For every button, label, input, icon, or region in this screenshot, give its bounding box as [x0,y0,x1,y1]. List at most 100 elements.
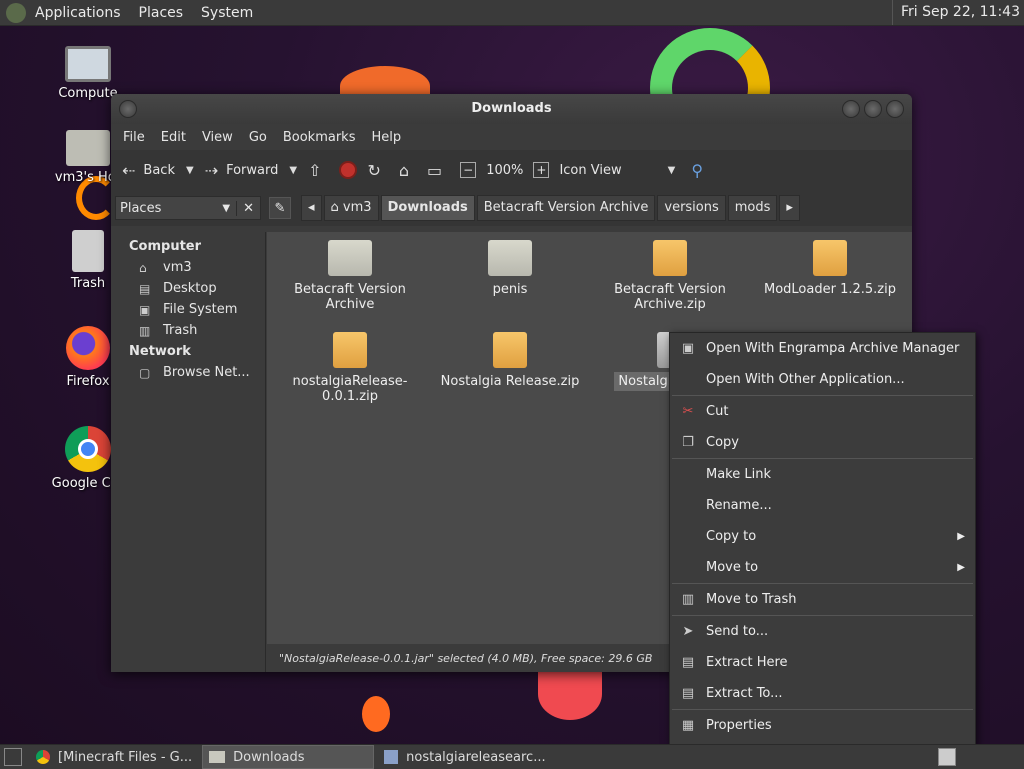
sidebar-item-label: Browse Net... [163,365,250,380]
sidebar-item-label: Trash [163,323,198,338]
show-desktop-icon[interactable] [4,748,22,766]
window-titlebar[interactable]: Downloads [111,94,912,124]
sidebar-item-browse-network[interactable]: ▢ Browse Net... [111,362,265,383]
menu-item-cut[interactable]: ✂ Cut [670,396,975,427]
menu-item-open-other[interactable]: Open With Other Application... [670,364,975,395]
chevron-down-icon: ▼ [222,202,231,214]
back-history-dropdown[interactable]: ▼ [180,165,200,176]
desktop-icon-computer[interactable]: Compute [40,46,136,101]
file-item[interactable]: penis [435,240,585,297]
menu-view[interactable]: View [194,130,241,145]
menu-item-extract-to[interactable]: ▤ Extract To... [670,678,975,709]
file-name: Betacraft Version Archive [294,282,406,312]
menu-file[interactable]: File [115,130,153,145]
menu-item-label: Extract Here [706,655,788,670]
back-button[interactable]: ⇠ Back [117,155,180,185]
menu-item-copy-to[interactable]: Copy to ▶ [670,521,975,552]
computer-button[interactable]: ▭ [422,155,455,185]
location-bar: Places ▼ ✕ ✎ ◂ ⌂ vm3 Downloads Betacraft… [111,190,912,226]
forward-arrow-icon: ⇢ [204,160,219,180]
breadcrumb-betacraft[interactable]: Betacraft Version Archive [476,195,656,221]
menu-logo-icon[interactable] [6,2,26,23]
menu-edit[interactable]: Edit [153,130,194,145]
menu-bookmarks[interactable]: Bookmarks [275,130,364,145]
breadcrumb-downloads[interactable]: Downloads [380,195,475,221]
system-menu[interactable]: System [192,5,262,21]
breadcrumb-vm3[interactable]: ⌂ vm3 [323,195,379,221]
maximize-button[interactable] [864,100,882,118]
menu-item-label: Properties [706,718,772,733]
forward-button[interactable]: ⇢ Forward [200,155,284,185]
close-button[interactable] [886,100,904,118]
reload-button[interactable]: ↻ [362,155,393,185]
menu-item-rename[interactable]: Rename... [670,490,975,521]
file-name: Nostalgia Release.zip [440,374,580,389]
zoom-in-button[interactable]: + [528,155,554,185]
menu-item-copy[interactable]: ❐ Copy [670,427,975,458]
sidebar-item-desktop[interactable]: ▤ Desktop [111,278,265,299]
toggle-location-edit-icon[interactable]: ✎ [269,197,291,219]
desktop-icon-label: Trash [70,276,106,291]
file-item[interactable]: Betacraft Version Archive.zip [595,240,745,312]
file-item[interactable]: nostalgiaRelease-0.0.1.zip [275,332,425,404]
stop-button[interactable] [334,155,362,185]
applications-menu[interactable]: Applications [26,5,130,21]
file-item[interactable]: Betacraft Version Archive [275,240,425,312]
chrome-icon [65,426,111,472]
reload-icon: ↻ [367,160,381,180]
task-chrome[interactable]: [Minecraft Files - G... [30,746,198,768]
copy-icon: ❐ [682,435,694,450]
window-menu-button[interactable] [119,100,137,118]
menu-item-label: Cut [706,404,729,419]
breadcrumb-mods[interactable]: mods [727,195,778,221]
menu-item-label: Move to [706,560,759,575]
view-mode-select[interactable]: Icon View ▼ [554,155,686,185]
menu-item-make-link[interactable]: Make Link [670,459,975,490]
file-item[interactable]: ModLoader 1.2.5.zip [755,240,905,297]
menu-item-send-to[interactable]: ➤ Send to... [670,616,975,647]
path-scroll-right[interactable]: ▸ [779,195,800,221]
forward-history-dropdown[interactable]: ▼ [283,165,303,176]
zoom-out-button[interactable]: − [455,155,481,185]
context-menu: ▣ Open With Engrampa Archive Manager Open… [669,332,976,746]
breadcrumb-label: vm3 [342,200,372,215]
minimize-button[interactable] [842,100,860,118]
clock[interactable]: Fri Sep 22, 11:43 [891,0,1020,25]
menu-help[interactable]: Help [363,130,409,145]
archive-icon [333,332,367,368]
places-menu[interactable]: Places [130,5,193,21]
sidebar-selector[interactable]: Places ▼ ✕ [115,196,261,220]
workspace-switcher-icon[interactable] [938,748,956,766]
menu-item-move-to-trash[interactable]: ▥ Move to Trash [670,584,975,615]
file-item[interactable]: Nostalgia Release.zip [435,332,585,389]
up-button[interactable]: ⇧ [303,155,334,185]
places-sidebar: Computer ⌂ vm3 ▤ Desktop ▣ File System ▥ Tra… [111,232,266,672]
path-scroll-left[interactable]: ◂ [301,195,322,221]
bottom-taskbar: [Minecraft Files - G... Downloads nostal… [0,744,1024,769]
sidebar-item-vm3[interactable]: ⌂ vm3 [111,257,265,278]
menu-item-label: Extract To... [706,686,783,701]
menu-item-move-to[interactable]: Move to ▶ [670,552,975,583]
search-button[interactable]: ⚲ [686,155,708,185]
task-archive[interactable]: nostalgiareleasearc... [378,746,551,768]
menu-item-label: Make Link [706,467,771,482]
task-downloads[interactable]: Downloads [202,745,375,769]
menu-item-open-engrampa[interactable]: ▣ Open With Engrampa Archive Manager [670,333,975,364]
sidebar-item-filesystem[interactable]: ▣ File System [111,299,265,320]
folder-icon [209,751,226,763]
menu-item-extract-here[interactable]: ▤ Extract Here [670,647,975,678]
home-button[interactable]: ⌂ [394,155,422,185]
close-sidebar-icon[interactable]: ✕ [236,200,260,216]
menu-item-properties[interactable]: ▦ Properties [670,710,975,741]
search-icon: ⚲ [691,160,704,180]
file-name: ModLoader 1.2.5.zip [764,282,896,297]
breadcrumb-versions[interactable]: versions [657,195,726,221]
menu-go[interactable]: Go [241,130,275,145]
zoom-level[interactable]: 100% [481,155,528,185]
archive-icon [653,240,687,276]
sidebar-item-trash[interactable]: ▥ Trash [111,320,265,341]
up-arrow-icon: ⇧ [308,160,322,180]
menu-item-label: Rename... [706,498,772,513]
archive-manager-icon: ▣ [681,341,695,356]
trash-icon [72,230,104,272]
